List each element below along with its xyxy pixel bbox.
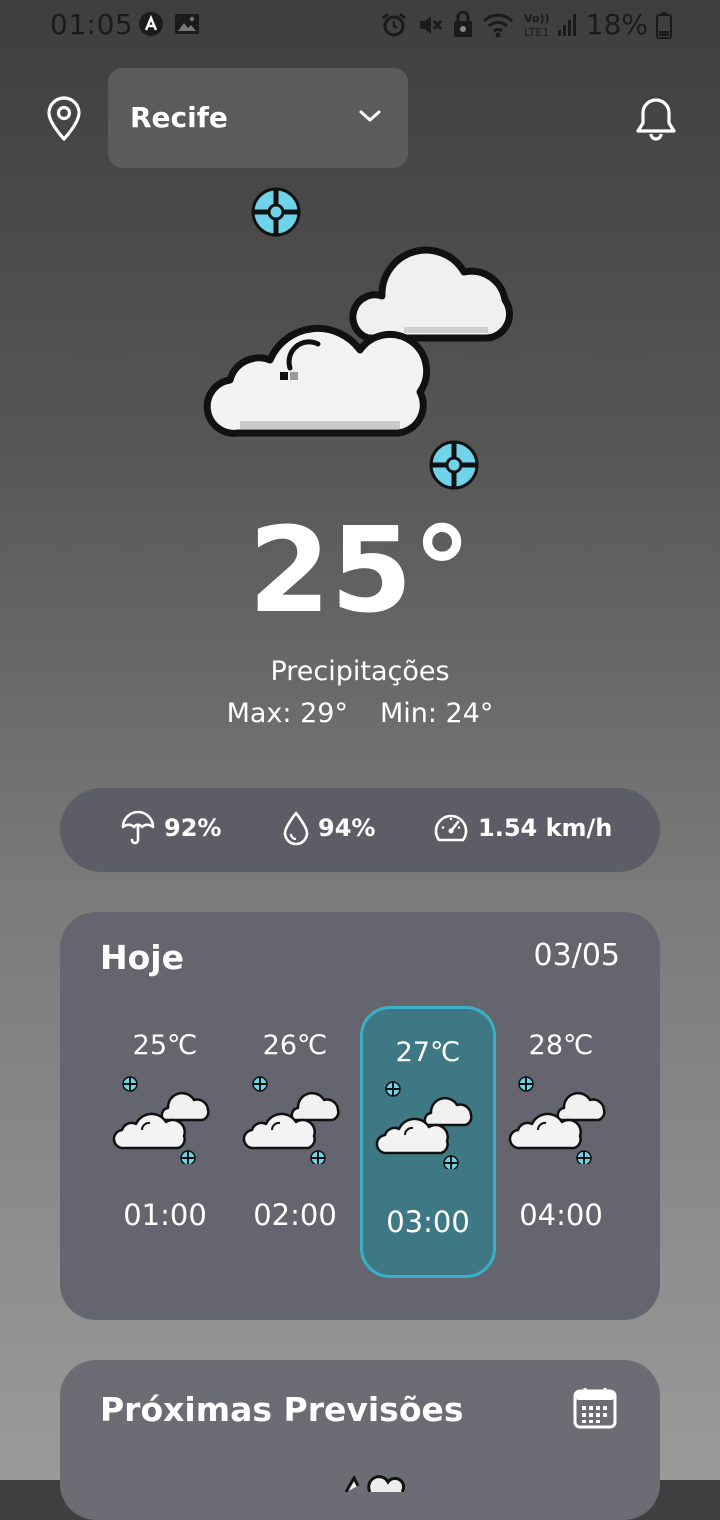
svg-text:LTE1: LTE1 <box>524 26 549 39</box>
hour-time: 02:00 <box>253 1198 337 1232</box>
hour-temperature: 25℃ <box>132 1030 198 1061</box>
vpn-icon <box>453 10 472 37</box>
today-title: Hoje <box>100 938 184 977</box>
status-time: 01:05 <box>50 8 134 41</box>
next-forecasts-card: Próximas Previsões <box>60 1360 660 1520</box>
humidity: 94% <box>282 810 375 846</box>
notification-a-icon <box>139 12 163 36</box>
cloudy-rain-icon <box>375 1081 473 1169</box>
hour-forecast-item[interactable]: 25℃ 01:00 <box>100 1004 230 1276</box>
max-min-temperature: Max: 29° Min: 24° <box>0 698 720 729</box>
today-date: 03/05 <box>533 938 620 973</box>
chevron-down-icon <box>359 110 381 122</box>
hour-time: 01:00 <box>123 1198 207 1232</box>
cloudy-rain-icon <box>203 187 513 490</box>
current-temperature: 25° <box>248 501 472 639</box>
svg-text:Vo)): Vo)) <box>524 12 550 25</box>
speedometer-icon <box>434 814 468 842</box>
wind-value: 1.54 km/h <box>478 814 613 842</box>
city-selector[interactable]: Recife <box>108 68 408 168</box>
weather-condition: Precipitações <box>270 656 450 687</box>
water-drop-icon <box>283 811 309 846</box>
today-forecast-card: Hoje 03/05 25℃ 01:00 26℃ 02:00 27℃ 03:00… <box>60 912 660 1320</box>
volte-signal-icon: Vo)) LTE1 <box>524 12 576 39</box>
mute-icon <box>419 15 442 34</box>
cloudy-rain-icon <box>508 1076 606 1164</box>
gallery-icon <box>175 14 199 34</box>
weather-stats-bar: 92% 94% 1.54 km/h <box>60 788 660 872</box>
location-pin-icon[interactable] <box>44 96 84 142</box>
umbrella-icon <box>121 810 155 845</box>
battery-icon <box>656 11 672 39</box>
alarm-icon <box>381 12 406 36</box>
hour-time: 03:00 <box>386 1205 470 1239</box>
hour-time: 04:00 <box>519 1198 603 1232</box>
hour-temperature: 28℃ <box>528 1030 594 1061</box>
min-temperature: Min: 24° <box>379 698 494 729</box>
rain-value: 92% <box>164 814 222 842</box>
cloudy-rain-icon <box>242 1076 340 1164</box>
max-temperature: Max: 29° <box>226 698 348 729</box>
city-name: Recife <box>130 101 228 134</box>
rain-chance: 92% <box>120 810 221 846</box>
hour-forecast-item-selected[interactable]: 27℃ 03:00 <box>360 1006 496 1278</box>
hour-forecast-item[interactable]: 28℃ 04:00 <box>496 1004 626 1276</box>
hour-forecast-item[interactable]: 26℃ 02:00 <box>230 1004 360 1276</box>
calendar-icon[interactable] <box>572 1386 618 1430</box>
cloudy-rain-icon <box>112 1076 210 1164</box>
wifi-icon <box>482 13 513 37</box>
humidity-value: 94% <box>318 814 376 842</box>
bell-icon[interactable] <box>634 96 678 142</box>
status-bar: 01:05 Vo)) LTE1 18% <box>0 0 720 52</box>
weather-icon-partial <box>344 1474 406 1492</box>
hour-temperature: 26℃ <box>262 1030 328 1061</box>
battery-percent: 18% <box>585 8 648 41</box>
next-forecasts-title: Próximas Previsões <box>100 1390 464 1429</box>
wind-speed: 1.54 km/h <box>432 810 612 846</box>
hour-temperature: 27℃ <box>395 1037 461 1068</box>
